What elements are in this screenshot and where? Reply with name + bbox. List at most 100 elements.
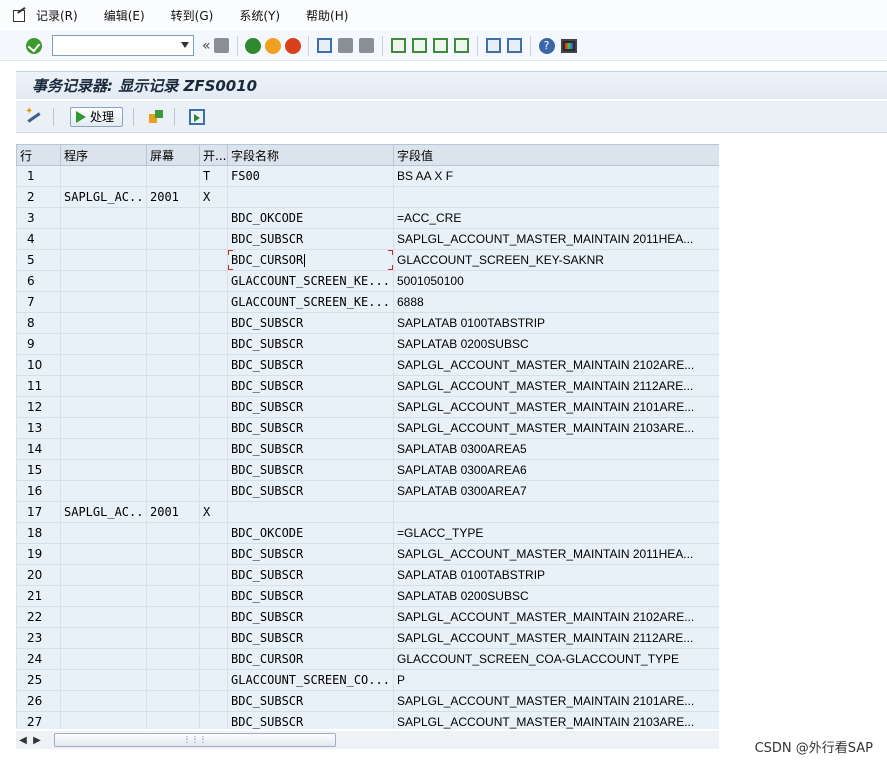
cell-field-value[interactable]: SAPLGL_ACCOUNT_MASTER_MAINTAIN 2103ARE..… [393, 711, 719, 729]
cell-start[interactable]: X [199, 186, 228, 208]
cell-program[interactable] [60, 228, 147, 250]
cell-start[interactable] [199, 669, 228, 691]
table-row[interactable]: 21 BDC_SUBSCR SAPLATAB 0200SUBSC [16, 585, 719, 607]
column-header-program[interactable]: 程序 [60, 144, 147, 166]
cell-screen[interactable] [146, 711, 200, 729]
cell-start[interactable] [199, 291, 228, 313]
cell-field-value[interactable]: SAPLATAB 0100TABSTRIP [393, 312, 719, 334]
cell-row-number[interactable]: 21 [16, 585, 61, 607]
cell-row-number[interactable]: 20 [16, 564, 61, 586]
cell-field-name[interactable]: BDC_SUBSCR [227, 438, 394, 460]
cell-row-number[interactable]: 24 [16, 648, 61, 670]
cell-screen[interactable]: 2001 [146, 501, 200, 523]
cell-program[interactable] [60, 480, 147, 502]
cell-row-number[interactable]: 22 [16, 606, 61, 628]
cell-field-name[interactable]: FS00 [227, 165, 394, 187]
table-row[interactable]: 14 BDC_SUBSCR SAPLATAB 0300AREA5 [16, 438, 719, 460]
table-row[interactable]: 5 BDC_CURSOR GLACCOUNT_SCREEN_KEY-SAKNR [16, 249, 719, 271]
system-menu-icon[interactable] [12, 9, 28, 23]
cell-row-number[interactable]: 19 [16, 543, 61, 565]
cell-row-number[interactable]: 26 [16, 690, 61, 712]
cell-program[interactable]: SAPLGL_AC... [60, 186, 147, 208]
cell-screen[interactable] [146, 291, 200, 313]
cell-start[interactable] [199, 438, 228, 460]
cell-field-value[interactable]: 6888 [393, 291, 719, 313]
column-header-row-number[interactable]: 行 [16, 144, 61, 166]
cell-program[interactable] [60, 627, 147, 649]
last-page-icon[interactable] [453, 38, 469, 53]
table-row[interactable]: 10 BDC_SUBSCR SAPLGL_ACCOUNT_MASTER_MAINTA… [16, 354, 719, 376]
back-icon[interactable] [244, 37, 261, 54]
cell-start[interactable] [199, 312, 228, 334]
table-row[interactable]: 25 GLACCOUNT_SCREEN_CO... P [16, 669, 719, 691]
cell-field-name[interactable]: BDC_SUBSCR [227, 606, 394, 628]
cell-screen[interactable] [146, 375, 200, 397]
cell-screen[interactable] [146, 354, 200, 376]
cell-start[interactable] [199, 606, 228, 628]
cell-start[interactable]: T [199, 165, 228, 187]
cell-screen[interactable] [146, 438, 200, 460]
cell-field-value[interactable]: SAPLATAB 0300AREA5 [393, 438, 719, 460]
cell-field-name[interactable]: BDC_CURSOR [227, 648, 394, 670]
table-row[interactable]: 7 GLACCOUNT_SCREEN_KE... 6888 [16, 291, 719, 313]
table-row[interactable]: 23 BDC_SUBSCR SAPLGL_ACCOUNT_MASTER_MAINTA… [16, 627, 719, 649]
cell-screen[interactable] [146, 480, 200, 502]
cell-field-name[interactable]: BDC_SUBSCR [227, 312, 394, 334]
cell-field-name[interactable]: BDC_SUBSCR [227, 396, 394, 418]
cell-field-value[interactable]: SAPLATAB 0200SUBSC [393, 333, 719, 355]
print-icon[interactable] [316, 38, 332, 53]
cell-field-name[interactable]: BDC_SUBSCR [227, 228, 394, 250]
cell-field-name[interactable]: BDC_SUBSCR [227, 480, 394, 502]
cell-row-number[interactable]: 1 [16, 165, 61, 187]
cell-screen[interactable] [146, 165, 200, 187]
cell-field-value[interactable]: SAPLGL_ACCOUNT_MASTER_MAINTAIN 2102ARE..… [393, 354, 719, 376]
cell-field-value[interactable] [393, 186, 719, 208]
table-row[interactable]: 3 BDC_OKCODE =ACC_CRE [16, 207, 719, 229]
cell-screen[interactable] [146, 333, 200, 355]
cell-field-name[interactable]: BDC_SUBSCR [227, 585, 394, 607]
cell-program[interactable] [60, 711, 147, 729]
cell-screen[interactable] [146, 690, 200, 712]
column-header-field-name[interactable]: 字段名称 [227, 144, 394, 166]
cell-screen[interactable] [146, 669, 200, 691]
cell-row-number[interactable]: 10 [16, 354, 61, 376]
table-row[interactable]: 16 BDC_SUBSCR SAPLATAB 0300AREA7 [16, 480, 719, 502]
cell-field-value[interactable]: =GLACC_TYPE [393, 522, 719, 544]
first-page-icon[interactable] [390, 38, 406, 53]
cell-screen[interactable] [146, 207, 200, 229]
shortcut-icon[interactable] [506, 38, 522, 53]
cell-start[interactable] [199, 543, 228, 565]
cell-field-value[interactable]: GLACCOUNT_SCREEN_COA-GLACCOUNT_TYPE [393, 648, 719, 670]
cell-field-value[interactable]: GLACCOUNT_SCREEN_KEY-SAKNR [393, 249, 719, 271]
table-row[interactable]: 6 GLACCOUNT_SCREEN_KE... 5001050100 [16, 270, 719, 292]
cell-program[interactable] [60, 396, 147, 418]
cell-start[interactable] [199, 249, 228, 271]
cell-field-name[interactable]: BDC_SUBSCR [227, 417, 394, 439]
cell-program[interactable] [60, 417, 147, 439]
cell-screen[interactable] [146, 585, 200, 607]
table-row[interactable]: 27 BDC_SUBSCR SAPLGL_ACCOUNT_MASTER_MAINTA… [16, 711, 719, 729]
cell-field-name[interactable] [227, 186, 394, 208]
cell-row-number[interactable]: 17 [16, 501, 61, 523]
table-row[interactable]: 22 BDC_SUBSCR SAPLGL_ACCOUNT_MASTER_MAINTA… [16, 606, 719, 628]
cell-field-value[interactable] [393, 501, 719, 523]
cell-field-name[interactable]: GLACCOUNT_SCREEN_CO... [227, 669, 394, 691]
previous-page-icon[interactable] [411, 38, 427, 53]
cell-field-value[interactable]: P [393, 669, 719, 691]
cell-field-value[interactable]: SAPLATAB 0300AREA7 [393, 480, 719, 502]
cell-program[interactable] [60, 354, 147, 376]
column-header-screen[interactable]: 屏幕 [146, 144, 200, 166]
cell-program[interactable] [60, 648, 147, 670]
cell-row-number[interactable]: 25 [16, 669, 61, 691]
cell-field-name[interactable]: BDC_OKCODE [227, 522, 394, 544]
cell-screen[interactable] [146, 459, 200, 481]
cell-program[interactable] [60, 438, 147, 460]
cell-row-number[interactable]: 13 [16, 417, 61, 439]
enter-icon[interactable] [26, 37, 42, 54]
cell-start[interactable] [199, 270, 228, 292]
find-next-icon[interactable] [358, 38, 374, 53]
cell-row-number[interactable]: 11 [16, 375, 61, 397]
cell-start[interactable] [199, 333, 228, 355]
cell-row-number[interactable]: 8 [16, 312, 61, 334]
table-row[interactable]: 1 T FS00 BS AA X F [16, 165, 719, 187]
